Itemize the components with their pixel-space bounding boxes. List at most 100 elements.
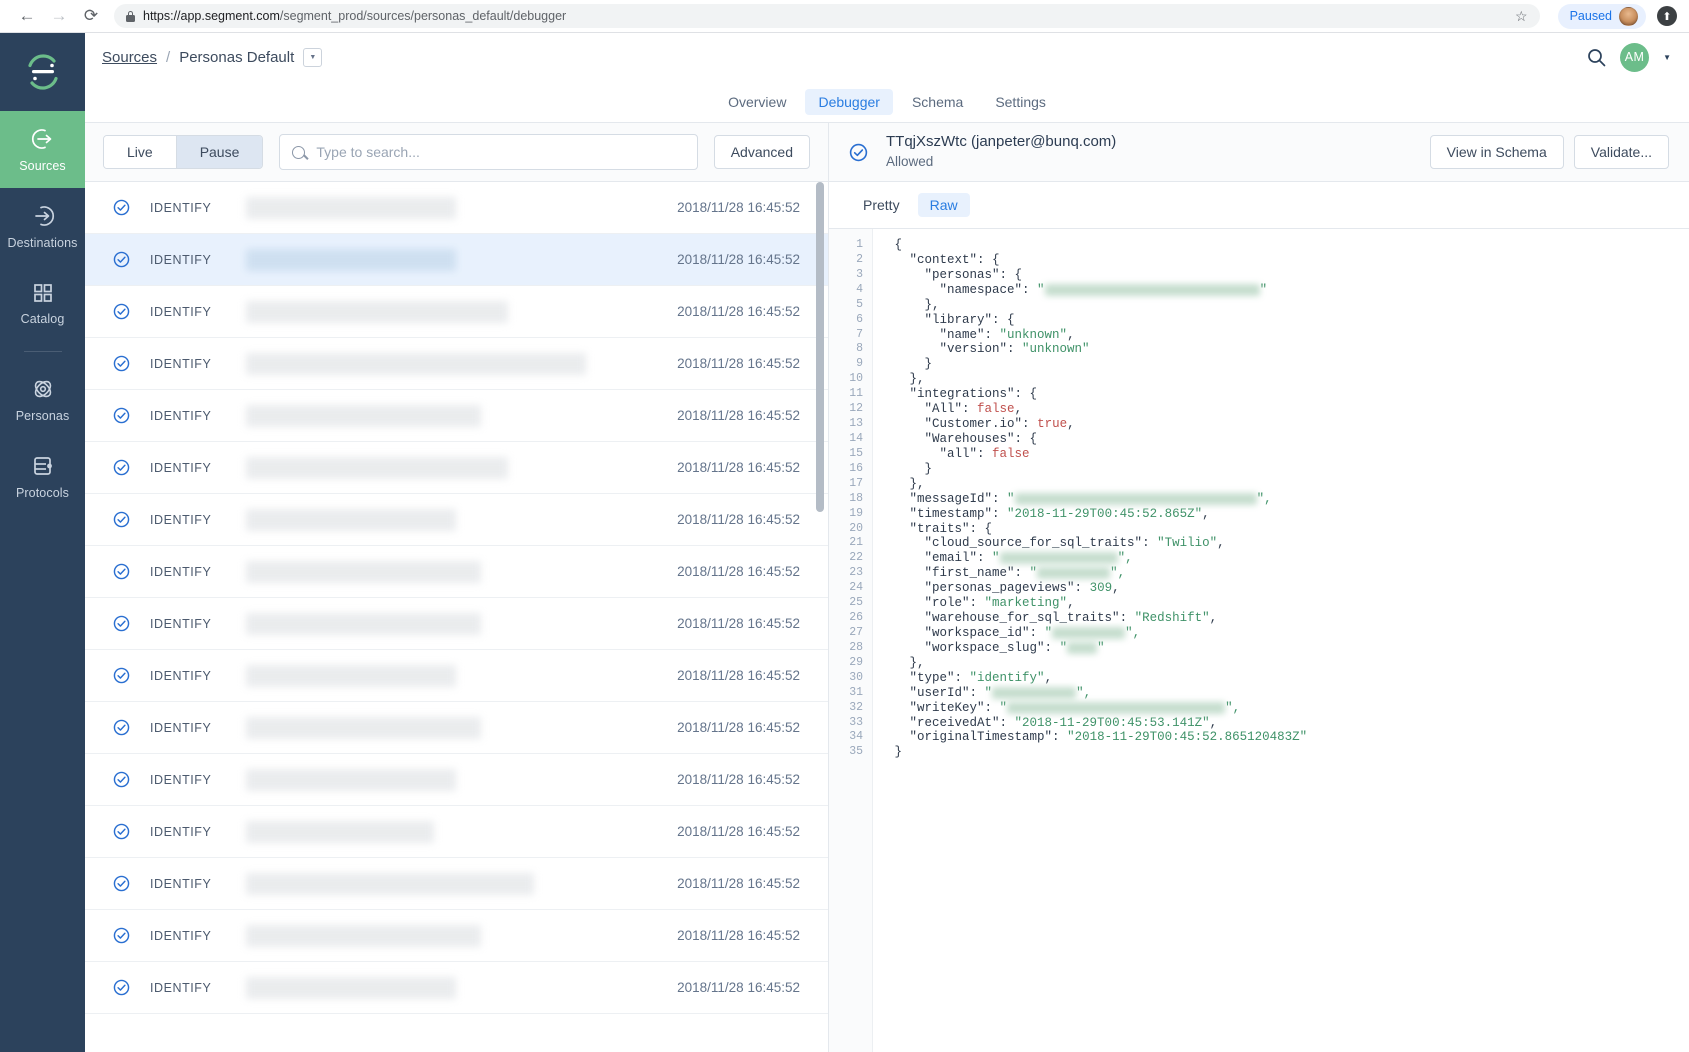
format-pretty-button[interactable]: Pretty bbox=[851, 193, 912, 217]
table-row[interactable]: IDENTIFY2018/11/28 16:45:52 bbox=[85, 338, 828, 390]
code-token: : bbox=[1052, 730, 1067, 744]
check-circle-icon bbox=[113, 615, 130, 632]
search-field-wrapper[interactable] bbox=[279, 134, 697, 170]
chevron-down-icon[interactable]: ▼ bbox=[303, 48, 322, 67]
caret-down-icon[interactable]: ▼ bbox=[1663, 53, 1671, 62]
table-row[interactable]: IDENTIFY 2018/11/28 16:45:52 bbox=[85, 598, 828, 650]
table-row[interactable]: IDENTIFY2018/11/28 16:45:52 bbox=[85, 182, 828, 234]
update-arrow-icon[interactable]: ⬆ bbox=[1657, 6, 1677, 26]
check-circle-icon bbox=[113, 511, 130, 528]
code-token: "version" bbox=[940, 342, 1008, 356]
row-event-type: IDENTIFY bbox=[150, 513, 246, 527]
browser-profile-chip[interactable]: Paused bbox=[1558, 4, 1646, 29]
search-icon[interactable] bbox=[1587, 48, 1606, 67]
sidebar-item-catalog[interactable]: Catalog bbox=[0, 265, 85, 342]
tab-schema[interactable]: Schema bbox=[899, 89, 976, 115]
table-row[interactable]: IDENTIFY2018/11/28 16:45:52 bbox=[85, 962, 828, 1014]
row-status-icon bbox=[113, 303, 130, 320]
row-event-type: IDENTIFY bbox=[150, 201, 246, 215]
row-timestamp: 2018/11/28 16:45:52 bbox=[677, 616, 800, 631]
code-line: "namespace": "" bbox=[887, 283, 1689, 298]
table-row[interactable]: IDENTIFY2018/11/28 16:45:52 bbox=[85, 390, 828, 442]
line-number: 23 bbox=[829, 566, 872, 581]
sidebar-item-personas[interactable]: Personas bbox=[0, 361, 85, 438]
code-token: : bbox=[992, 507, 1007, 521]
code-line: "workspace_slug": "" bbox=[887, 641, 1689, 656]
address-bar[interactable]: https://app.segment.com/segment_prod/sou… bbox=[114, 4, 1540, 28]
code-token: "traits" bbox=[910, 522, 970, 536]
event-list-scrollbar[interactable] bbox=[816, 182, 824, 1052]
table-row[interactable]: IDENTIFY2018/11/28 16:45:52 bbox=[85, 442, 828, 494]
scrollbar-thumb[interactable] bbox=[816, 182, 824, 512]
pause-button[interactable]: Pause bbox=[176, 136, 263, 168]
table-row[interactable]: IDENTIFY2018/11/28 16:45:52 bbox=[85, 546, 828, 598]
validate-button[interactable]: Validate... bbox=[1574, 135, 1669, 169]
table-row[interactable]: IDENTIFY2018/11/28 16:45:52 bbox=[85, 702, 828, 754]
tab-overview[interactable]: Overview bbox=[715, 89, 799, 115]
row-timestamp: 2018/11/28 16:45:52 bbox=[677, 460, 800, 475]
table-row[interactable]: IDENTIFY2018/11/28 16:45:52 bbox=[85, 858, 828, 910]
search-input[interactable] bbox=[316, 144, 684, 160]
row-status-icon bbox=[113, 875, 130, 892]
payload-json[interactable]: { "context": { "personas": { "namespace"… bbox=[873, 229, 1689, 1052]
table-row[interactable]: IDENTIFY2018/11/28 16:45:52 bbox=[85, 910, 828, 962]
row-status-icon bbox=[113, 719, 130, 736]
code-token: "identify" bbox=[970, 671, 1045, 685]
table-row[interactable]: IDENTIFY2018/11/28 16:45:52 bbox=[85, 494, 828, 546]
star-icon[interactable]: ☆ bbox=[1515, 8, 1528, 25]
code-line: "name": "unknown", bbox=[887, 328, 1689, 343]
view-in-schema-button[interactable]: View in Schema bbox=[1430, 135, 1564, 169]
line-number: 13 bbox=[829, 417, 872, 432]
table-row[interactable]: IDENTIFY2018/11/28 16:45:52 bbox=[85, 754, 828, 806]
code-token: ", bbox=[1257, 492, 1272, 506]
code-token: "writeKey" bbox=[910, 701, 985, 715]
code-line: "writeKey": "", bbox=[887, 701, 1689, 716]
line-number: 34 bbox=[829, 730, 872, 745]
code-token: , bbox=[1067, 417, 1075, 431]
sidebar-item-destinations[interactable]: Destinations bbox=[0, 188, 85, 265]
row-timestamp: 2018/11/28 16:45:52 bbox=[677, 772, 800, 787]
event-list-panel: Live Pause Advanced IDENTIFY 2018/11/28 1… bbox=[85, 123, 829, 1052]
segment-logo[interactable] bbox=[0, 33, 85, 111]
code-token: "userId" bbox=[910, 686, 970, 700]
breadcrumb-sources-link[interactable]: Sources bbox=[102, 49, 157, 66]
code-token: , bbox=[1067, 328, 1075, 342]
code-line: "originalTimestamp": "2018-11-29T00:45:5… bbox=[887, 730, 1689, 745]
row-status-icon bbox=[113, 511, 130, 528]
tab-settings[interactable]: Settings bbox=[982, 89, 1059, 115]
table-row[interactable]: IDENTIFY2018/11/28 16:45:52 bbox=[85, 806, 828, 858]
row-timestamp: 2018/11/28 16:45:52 bbox=[677, 928, 800, 943]
code-line: "All": false, bbox=[887, 402, 1689, 417]
back-icon[interactable]: ← bbox=[12, 1, 42, 31]
format-raw-button[interactable]: Raw bbox=[918, 193, 970, 217]
code-token: ", bbox=[1125, 626, 1140, 640]
code-line: "messageId": "", bbox=[887, 492, 1689, 507]
sidebar-item-sources[interactable]: Sources bbox=[0, 111, 85, 188]
code-line: "Warehouses": { bbox=[887, 432, 1689, 447]
table-row[interactable]: IDENTIFY2018/11/28 16:45:52 bbox=[85, 234, 828, 286]
avatar[interactable]: AM bbox=[1620, 43, 1649, 72]
code-token: "timestamp" bbox=[910, 507, 993, 521]
table-row[interactable]: IDENTIFY2018/11/28 16:45:52 bbox=[85, 650, 828, 702]
row-redacted-value bbox=[246, 301, 508, 323]
tab-debugger[interactable]: Debugger bbox=[805, 89, 893, 115]
code-token: : bbox=[962, 402, 977, 416]
check-circle-icon bbox=[113, 875, 130, 892]
line-number: 17 bbox=[829, 477, 872, 492]
code-token: "type" bbox=[910, 671, 955, 685]
row-event-type: IDENTIFY bbox=[150, 617, 246, 631]
event-list[interactable]: IDENTIFY 2018/11/28 16:45:52 IDENTIFY 2018/… bbox=[85, 182, 828, 1052]
advanced-button[interactable]: Advanced bbox=[714, 135, 810, 169]
forward-icon[interactable]: → bbox=[44, 1, 74, 31]
line-number: 35 bbox=[829, 745, 872, 760]
code-line: "timestamp": "2018-11-29T00:45:52.865Z", bbox=[887, 507, 1689, 522]
code-token: "personas" bbox=[925, 268, 1000, 282]
table-row[interactable]: IDENTIFY2018/11/28 16:45:52 bbox=[85, 286, 828, 338]
code-token: ", bbox=[1225, 701, 1240, 715]
row-status-icon bbox=[113, 355, 130, 372]
line-number: 33 bbox=[829, 716, 872, 731]
live-button[interactable]: Live bbox=[104, 136, 176, 168]
reload-icon[interactable]: ⟳ bbox=[76, 1, 106, 31]
sidebar-item-protocols[interactable]: Protocols bbox=[0, 438, 85, 515]
line-number: 30 bbox=[829, 671, 872, 686]
